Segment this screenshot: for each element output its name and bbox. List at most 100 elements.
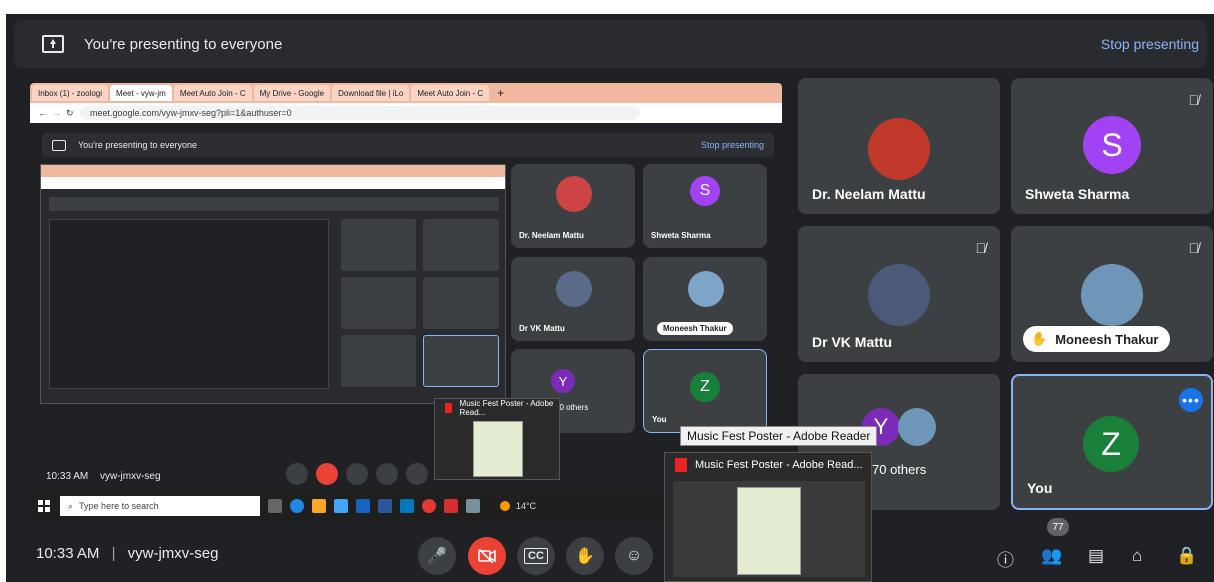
search-icon: ⌕ (68, 500, 74, 511)
file-explorer-icon[interactable] (312, 499, 326, 513)
url-field[interactable]: meet.google.com/vyw-jmxv-seg?pli=1&authu… (80, 106, 640, 120)
browser-tab[interactable]: Meet - vyw-jm (110, 85, 172, 101)
present-screen-icon (42, 35, 64, 53)
participant-photo (1081, 264, 1143, 326)
chrome-icon[interactable] (422, 499, 436, 513)
avatar: S (690, 176, 720, 206)
weather-text: 14°C (516, 501, 537, 511)
forward-icon[interactable]: → (52, 108, 61, 118)
bottom-controls-bar: 10:33 AM | vyw-jmxv-seg 🎤 CC ✋ ☺ ⓘ 77 👥 … (6, 518, 1214, 582)
popup-title-text: Music Fest Poster - Adobe Read... (695, 459, 863, 471)
participant-photo (898, 408, 936, 446)
participant-photo (556, 271, 592, 307)
app-icon[interactable] (466, 499, 480, 513)
mic-off-icon: 🎙̸ (1188, 240, 1200, 256)
inner-mic-icon (286, 463, 308, 485)
participant-photo (556, 176, 592, 212)
teams-icon[interactable] (400, 499, 414, 513)
inner-participant-name: 70 others (555, 403, 589, 412)
inner-participant-name: Moneesh Thakur (657, 322, 733, 335)
people-count-badge: 77 (1047, 518, 1069, 536)
people-icon[interactable]: 77 👥 (1041, 518, 1069, 566)
stop-presenting-button[interactable]: Stop presenting (1101, 36, 1199, 52)
poster-preview (473, 421, 523, 477)
weather-icon (500, 501, 510, 511)
captions-icon: CC (524, 548, 548, 564)
store-icon[interactable] (334, 499, 348, 513)
host-controls-icon[interactable]: 🔒 (1176, 546, 1197, 566)
video-off-icon (478, 549, 496, 563)
avatar: Z (690, 372, 720, 402)
nested-screen (40, 164, 506, 404)
tile-you: ••• Z You (1011, 374, 1213, 510)
pdf-icon (675, 458, 687, 472)
activities-icon[interactable]: ⌂ (1132, 546, 1142, 566)
inner-participant-name: Dr VK Mattu (519, 324, 565, 333)
inner-participant-name: Shweta Sharma (651, 231, 711, 240)
meeting-details-icon[interactable]: ⓘ (997, 546, 1014, 571)
avatar: Z (1083, 416, 1139, 472)
windows-start-icon[interactable] (38, 500, 50, 512)
meeting-clock: 10:33 AM | vyw-jmxv-seg (36, 545, 218, 562)
adobe-reader-tooltip: Music Fest Poster - Adobe Reader (680, 426, 878, 446)
taskbar-search[interactable]: ⌕ Type here to search (60, 496, 260, 516)
presenting-bar: You're presenting to everyone Stop prese… (14, 20, 1207, 68)
more-options-button[interactable]: ••• (1179, 388, 1203, 412)
pdf-icon (445, 403, 452, 413)
task-view-icon[interactable] (268, 499, 282, 513)
edge-icon[interactable] (290, 499, 304, 513)
browser-tab[interactable]: Meet Auto Join - C (173, 85, 252, 101)
participant-name: Moneesh Thakur (1055, 331, 1159, 347)
inner-presenting-bar: You're presenting to everyone Stop prese… (42, 133, 774, 157)
inner-stop-presenting: Stop presenting (700, 140, 764, 150)
inner-participant-name: Dr. Neelam Mattu (519, 231, 584, 240)
browser-tab[interactable]: Inbox (1) - zoologi (32, 85, 109, 101)
mail-icon[interactable] (356, 499, 370, 513)
browser-tab[interactable]: My Drive - Google (253, 85, 331, 101)
chat-icon[interactable]: ▤ (1088, 546, 1104, 566)
presenting-text: You're presenting to everyone (84, 35, 283, 53)
mic-off-icon: 🎙̸ (975, 240, 987, 256)
taskbar-search-placeholder: Type here to search (79, 501, 159, 511)
inner-end-call-icon (316, 463, 338, 485)
inner-tile-you: Z You (643, 349, 767, 433)
inner-tile-moneesh: Moneesh Thakur (643, 257, 767, 341)
participant-name: Dr VK Mattu (812, 334, 893, 350)
taskbar-preview-popup-small[interactable]: Music Fest Poster - Adobe Read... (434, 398, 560, 480)
inner-present-icon (52, 139, 66, 151)
new-tab-icon[interactable]: + (497, 86, 504, 100)
inner-presenting-text: You're presenting to everyone (78, 140, 197, 150)
microphone-button[interactable]: 🎤 (418, 537, 456, 575)
browser-tab[interactable]: Meet Auto Join - C (411, 85, 490, 101)
raise-hand-button[interactable]: ✋ (566, 537, 604, 575)
separator: | (111, 545, 116, 562)
participant-name: You (1027, 480, 1053, 496)
raised-hand-icon: ✋ (1031, 331, 1048, 346)
url-text: meet.google.com/vyw-jmxv-seg?pli=1&authu… (90, 108, 292, 118)
back-icon[interactable]: ← (38, 108, 47, 118)
participant-photo (688, 271, 724, 307)
participant-name: 70 others (872, 462, 927, 477)
tile-dr-vk-mattu: 🎙̸ Dr VK Mattu (798, 226, 1000, 362)
inner-meet-view: You're presenting to everyone Stop prese… (30, 123, 782, 503)
reload-icon[interactable]: ↻ (66, 108, 74, 119)
word-icon[interactable] (378, 499, 392, 513)
inner-tile-vk: Dr VK Mattu (511, 257, 635, 341)
popup-title: Music Fest Poster - Adobe Read... (665, 453, 871, 477)
camera-off-button[interactable] (468, 537, 506, 575)
popup-title: Music Fest Poster - Adobe Read... (435, 399, 559, 417)
inner-hand-icon (376, 463, 398, 485)
clock-time: 10:33 AM (36, 545, 100, 562)
browser-tab[interactable]: Download file | iLo (332, 85, 410, 101)
captions-button[interactable]: CC (517, 537, 555, 575)
avatar: S (1083, 116, 1141, 174)
meeting-code: vyw-jmxv-seg (127, 545, 219, 562)
participant-photo (868, 264, 930, 326)
mic-off-icon: 🎙̸ (1188, 92, 1200, 108)
participant-name: Dr. Neelam Mattu (812, 186, 926, 202)
emoji-reactions-button[interactable]: ☺ (615, 537, 653, 575)
inner-tile-shweta: S Shweta Sharma (643, 164, 767, 248)
inner-tile-neelam: Dr. Neelam Mattu (511, 164, 635, 248)
adobe-reader-icon[interactable] (444, 499, 458, 513)
tile-dr-neelam-mattu: Dr. Neelam Mattu (798, 78, 1000, 214)
